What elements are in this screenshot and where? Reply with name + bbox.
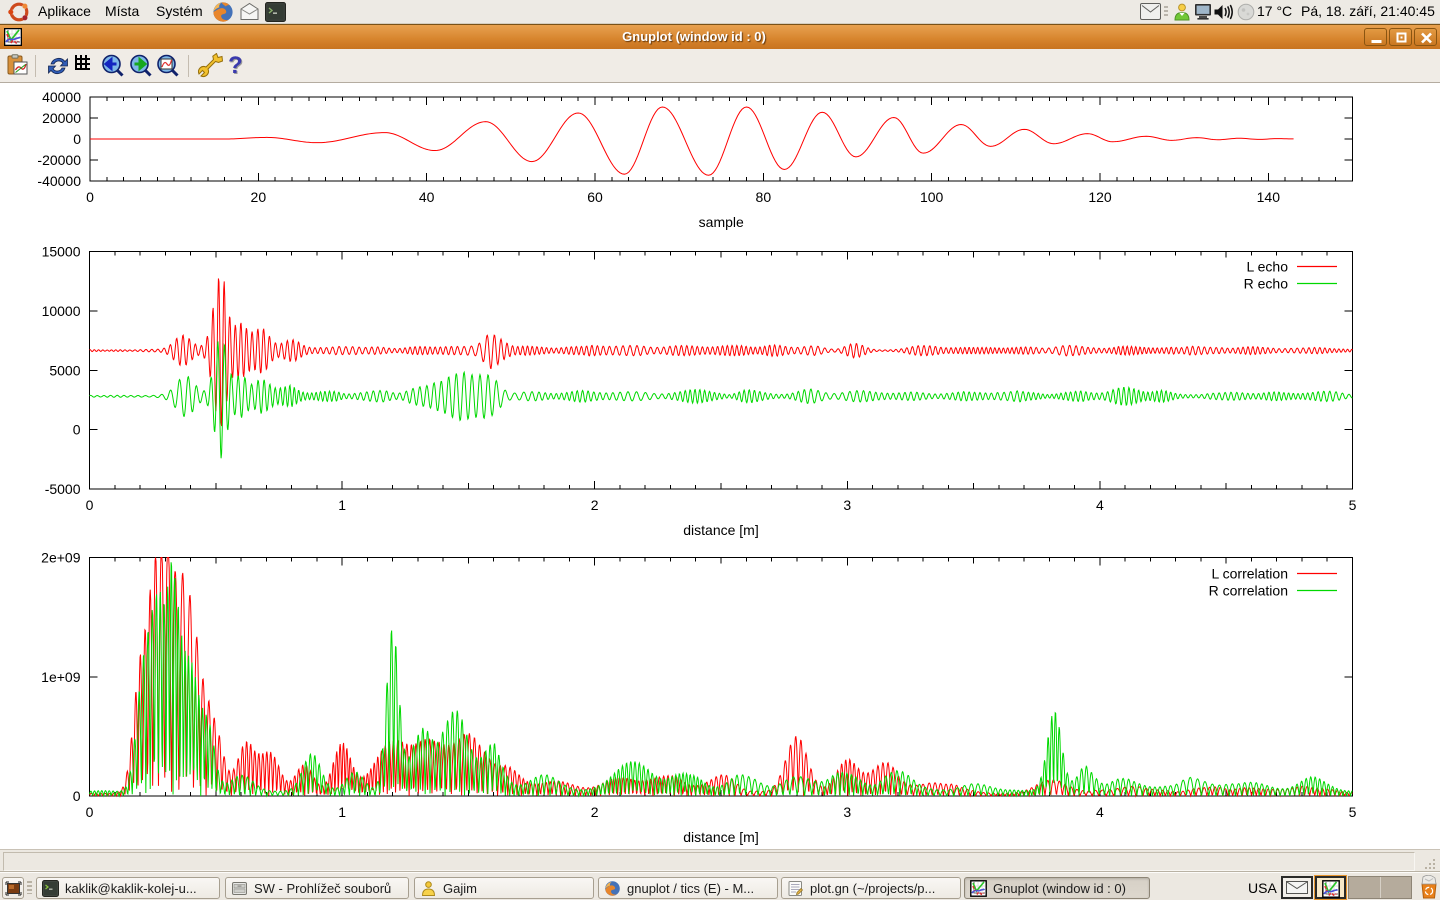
svg-text:R correlation: R correlation <box>1209 583 1288 599</box>
svg-text:0: 0 <box>86 497 94 513</box>
svg-text:10000: 10000 <box>42 303 81 319</box>
svg-text:distance [m]: distance [m] <box>683 829 758 845</box>
svg-text:1: 1 <box>338 497 346 513</box>
svg-text:5: 5 <box>1349 497 1357 513</box>
svg-text:80: 80 <box>756 189 772 205</box>
svg-text:-40000: -40000 <box>37 173 81 189</box>
svg-text:0: 0 <box>86 804 94 820</box>
svg-text:sample: sample <box>699 214 744 230</box>
svg-text:140: 140 <box>1257 189 1281 205</box>
svg-text:20000: 20000 <box>42 110 81 126</box>
svg-text:0: 0 <box>86 189 94 205</box>
svg-text:3: 3 <box>843 497 851 513</box>
svg-text:0: 0 <box>73 788 81 804</box>
svg-text:120: 120 <box>1088 189 1112 205</box>
svg-text:4: 4 <box>1096 804 1104 820</box>
svg-text:1: 1 <box>338 804 346 820</box>
svg-text:60: 60 <box>587 189 603 205</box>
svg-text:-5000: -5000 <box>45 481 81 497</box>
svg-text:distance [m]: distance [m] <box>683 522 758 538</box>
svg-text:4: 4 <box>1096 497 1104 513</box>
svg-text:L echo: L echo <box>1246 259 1288 275</box>
svg-text:3: 3 <box>843 804 851 820</box>
svg-text:2: 2 <box>591 804 599 820</box>
svg-text:15000: 15000 <box>42 244 81 260</box>
svg-text:20: 20 <box>251 189 267 205</box>
svg-text:5000: 5000 <box>49 362 80 378</box>
svg-text:100: 100 <box>920 189 944 205</box>
svg-text:40000: 40000 <box>42 89 81 105</box>
svg-text:0: 0 <box>73 422 81 438</box>
svg-text:2e+09: 2e+09 <box>41 550 81 566</box>
svg-text:L correlation: L correlation <box>1211 566 1288 582</box>
svg-text:R echo: R echo <box>1244 276 1289 292</box>
svg-text:0: 0 <box>73 131 81 147</box>
svg-text:2: 2 <box>591 497 599 513</box>
svg-text:-20000: -20000 <box>37 152 81 168</box>
svg-text:40: 40 <box>419 189 435 205</box>
svg-text:5: 5 <box>1349 804 1357 820</box>
svg-text:1e+09: 1e+09 <box>41 669 81 685</box>
